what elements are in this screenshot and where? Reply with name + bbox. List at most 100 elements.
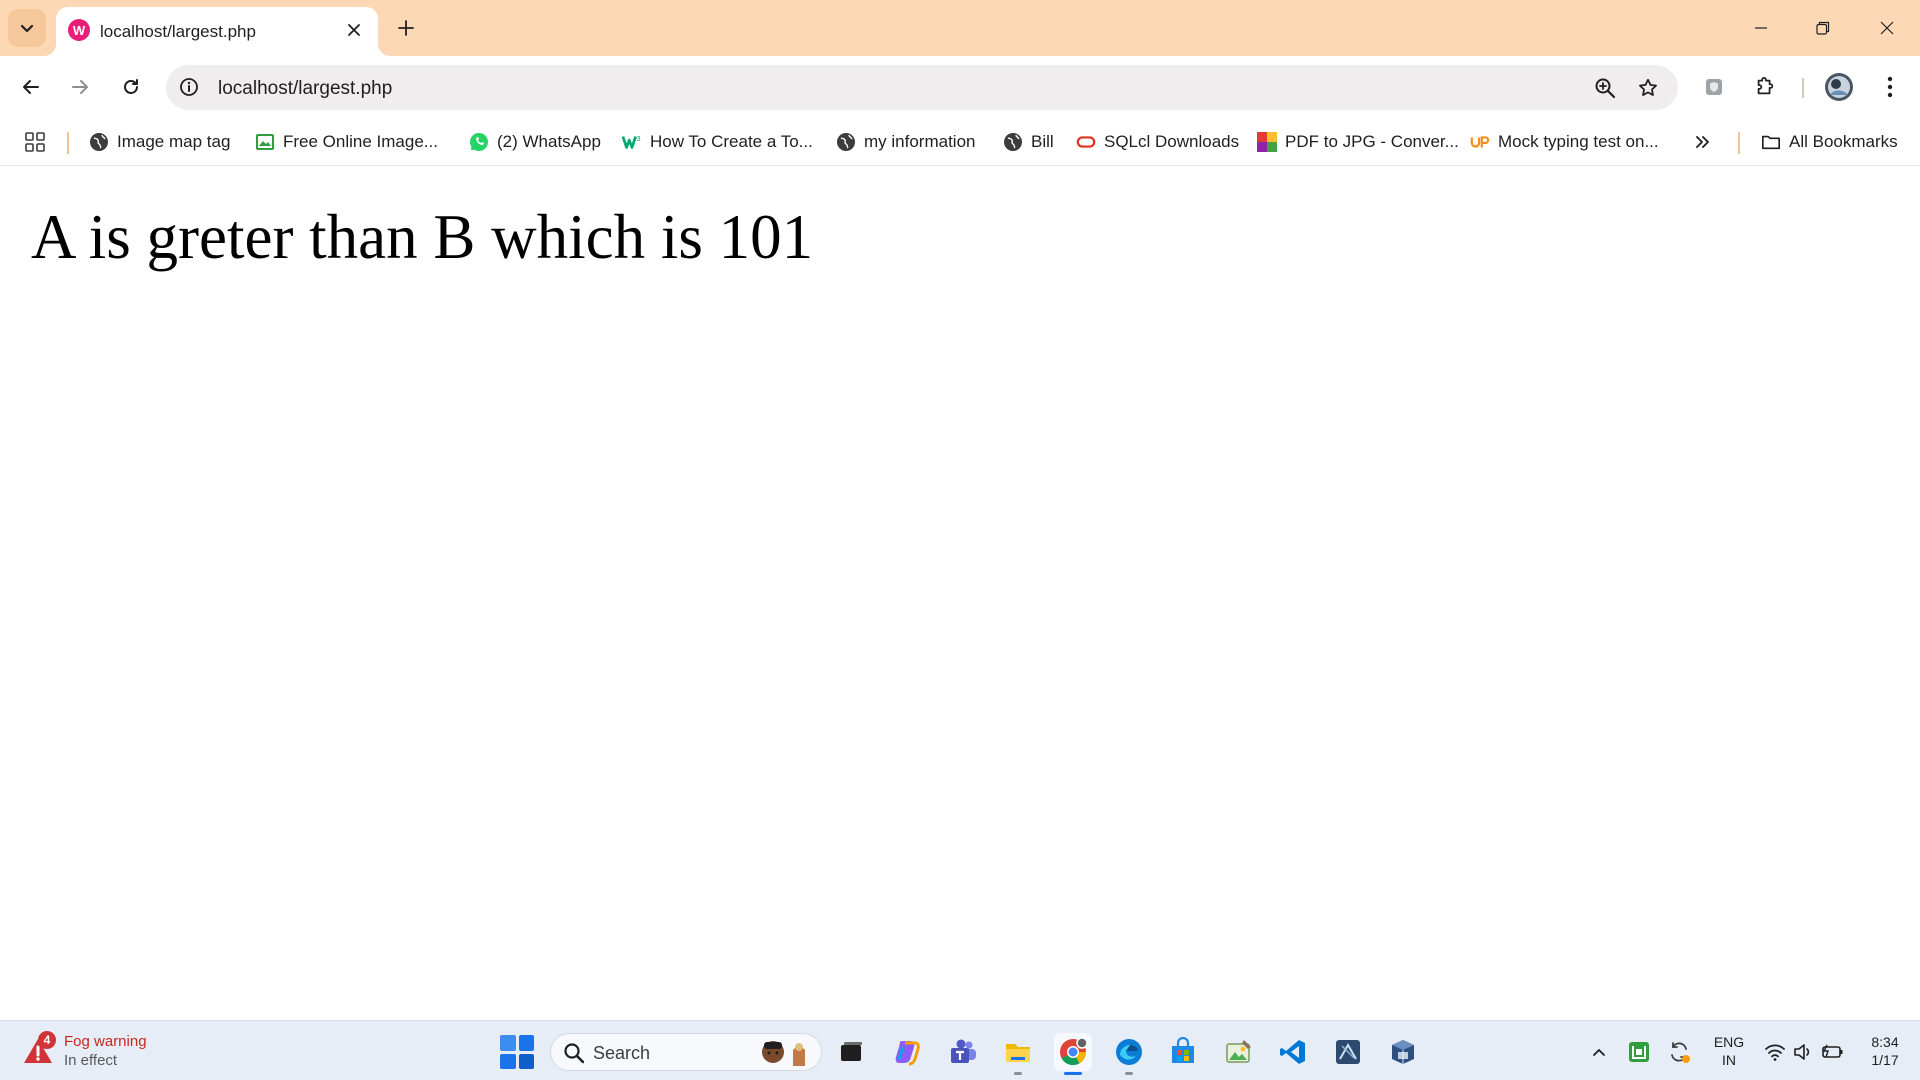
folder-icon <box>1761 132 1781 152</box>
weather-widget[interactable]: 4 Fog warning In effect <box>22 1029 147 1073</box>
taskbar-app-microsoft-store[interactable] <box>1164 1033 1202 1071</box>
tray-wampserver[interactable] <box>1626 1039 1652 1065</box>
battery-charging-icon <box>1822 1044 1843 1058</box>
profile-button[interactable] <box>1822 70 1856 104</box>
bookmark-bill[interactable]: Bill <box>1003 128 1054 156</box>
close-window-button[interactable] <box>1856 0 1918 56</box>
extensions-menu-button[interactable] <box>1748 70 1782 104</box>
restore-button[interactable] <box>1792 0 1854 56</box>
bookmark-star-button[interactable] <box>1634 74 1662 102</box>
wifi-icon <box>1765 1044 1785 1061</box>
bookmark-label: Free Online Image... <box>283 132 438 151</box>
kebab-menu-icon <box>1887 76 1893 98</box>
taskbar-app-sql-developer[interactable] <box>1329 1033 1367 1071</box>
tray-volume[interactable] <box>1790 1039 1816 1065</box>
tab-strip: W localhost/largest.php <box>0 0 1920 56</box>
globe-icon <box>89 132 109 152</box>
running-indicator <box>1064 1072 1082 1075</box>
pdf-tool-icon <box>1257 132 1277 152</box>
info-icon <box>180 78 198 96</box>
back-button[interactable] <box>12 68 50 106</box>
bookmarks-bar: Image map tag Free Online Image... (2) W… <box>0 118 1920 166</box>
bookmark-label: PDF to JPG - Conver... <box>1285 132 1459 151</box>
wampserver-favicon-icon: W <box>68 19 90 41</box>
new-tab-button[interactable] <box>390 12 422 44</box>
search-highlight-illustration-icon <box>762 1041 805 1066</box>
taskbar-app-edge[interactable] <box>1110 1033 1148 1075</box>
tray-sync[interactable] <box>1666 1039 1692 1065</box>
chevron-down-icon <box>20 24 34 33</box>
taskbar-app-paint[interactable] <box>1220 1033 1258 1071</box>
zoom-button[interactable] <box>1592 75 1618 101</box>
tab-search-button[interactable] <box>8 9 46 47</box>
whatsapp-icon <box>469 132 489 152</box>
more-bookmarks-button[interactable] <box>1694 128 1712 156</box>
taskbar-app-vscode[interactable] <box>1274 1033 1312 1071</box>
system-clock[interactable]: 8:34 1/17 <box>1860 1033 1910 1069</box>
weather-title: Fog warning <box>64 1033 147 1050</box>
sync-icon <box>1671 1042 1690 1063</box>
taskbar-app-virtualbox[interactable] <box>1384 1033 1422 1071</box>
extension-button[interactable] <box>1697 70 1731 104</box>
browser-tab-active[interactable]: W localhost/largest.php <box>56 7 378 56</box>
bookmark-label: Mock typing test on... <box>1498 132 1659 151</box>
tray-wifi[interactable] <box>1762 1039 1788 1065</box>
all-bookmarks-button[interactable]: All Bookmarks <box>1761 128 1898 156</box>
all-bookmarks-label: All Bookmarks <box>1789 132 1898 151</box>
bookmark-free-online-image[interactable]: Free Online Image... <box>255 128 438 156</box>
bookmark-how-to-create[interactable]: 3 How To Create a To... <box>622 128 813 156</box>
bookmark-label: (2) WhatsApp <box>497 132 601 151</box>
image-editor-icon <box>1226 1040 1251 1063</box>
avatar <box>1825 73 1853 101</box>
wampserver-tray-icon <box>1629 1042 1649 1062</box>
taskbar-app-copilot[interactable] <box>889 1033 927 1071</box>
tray-battery[interactable] <box>1820 1039 1846 1065</box>
bookmark-label: How To Create a To... <box>650 132 813 151</box>
site-info-button[interactable] <box>178 76 200 98</box>
up-logo-icon <box>1470 132 1490 152</box>
minimize-button[interactable] <box>1730 0 1792 56</box>
globe-icon <box>836 132 856 152</box>
bookmark-mock-typing-test[interactable]: Mock typing test on... <box>1470 128 1659 156</box>
puzzle-icon <box>1757 76 1774 95</box>
apps-button[interactable] <box>25 128 45 156</box>
close-icon <box>348 24 360 36</box>
clock-date: 1/17 <box>1871 1052 1899 1068</box>
bookmark-my-information[interactable]: my information <box>836 128 975 156</box>
running-indicator <box>1014 1072 1022 1075</box>
taskbar-app-chrome[interactable] <box>1054 1033 1092 1075</box>
bookmark-image-map-tag[interactable]: Image map tag <box>89 128 230 156</box>
copilot-icon <box>895 1041 920 1066</box>
taskbar-app-teams[interactable] <box>944 1033 982 1071</box>
address-bar[interactable]: localhost/largest.php <box>166 65 1678 110</box>
browser-menu-button[interactable] <box>1873 70 1907 104</box>
taskbar-app-file-explorer[interactable] <box>999 1033 1037 1075</box>
teams-icon <box>951 1039 976 1063</box>
bookmarks-divider <box>1738 132 1740 154</box>
bookmark-sqlcl-downloads[interactable]: SQLcl Downloads <box>1076 128 1239 156</box>
browser-toolbar: localhost/largest.php <box>0 56 1920 118</box>
reload-button[interactable] <box>112 68 150 106</box>
tab-title: localhost/largest.php <box>100 22 256 41</box>
windows-logo-icon <box>500 1035 516 1051</box>
input-language-indicator[interactable]: ENG IN <box>1712 1033 1746 1069</box>
chevron-up-icon <box>1593 1049 1605 1056</box>
show-hidden-icons-button[interactable] <box>1586 1039 1612 1065</box>
vscode-icon <box>1280 1040 1305 1064</box>
taskbar-app-task-view[interactable] <box>832 1033 870 1071</box>
store-icon <box>1172 1037 1194 1063</box>
tab-close-button[interactable] <box>342 18 366 42</box>
bookmark-pdf-to-jpg[interactable]: PDF to JPG - Conver... <box>1257 128 1459 156</box>
image-icon <box>255 132 275 152</box>
shield-extension-icon <box>1706 79 1722 95</box>
toolbar-divider <box>1802 78 1804 98</box>
weather-subtitle: In effect <box>64 1052 118 1069</box>
bookmark-whatsapp[interactable]: (2) WhatsApp <box>469 128 601 156</box>
start-button[interactable] <box>500 1035 534 1069</box>
forward-button[interactable] <box>61 68 99 106</box>
address-bar-url[interactable]: localhost/largest.php <box>218 78 392 100</box>
volume-icon <box>1794 1044 1810 1060</box>
weather-alert-badge: 4 <box>38 1031 56 1049</box>
plus-icon <box>398 20 414 36</box>
taskbar-search[interactable]: Search <box>550 1033 822 1071</box>
